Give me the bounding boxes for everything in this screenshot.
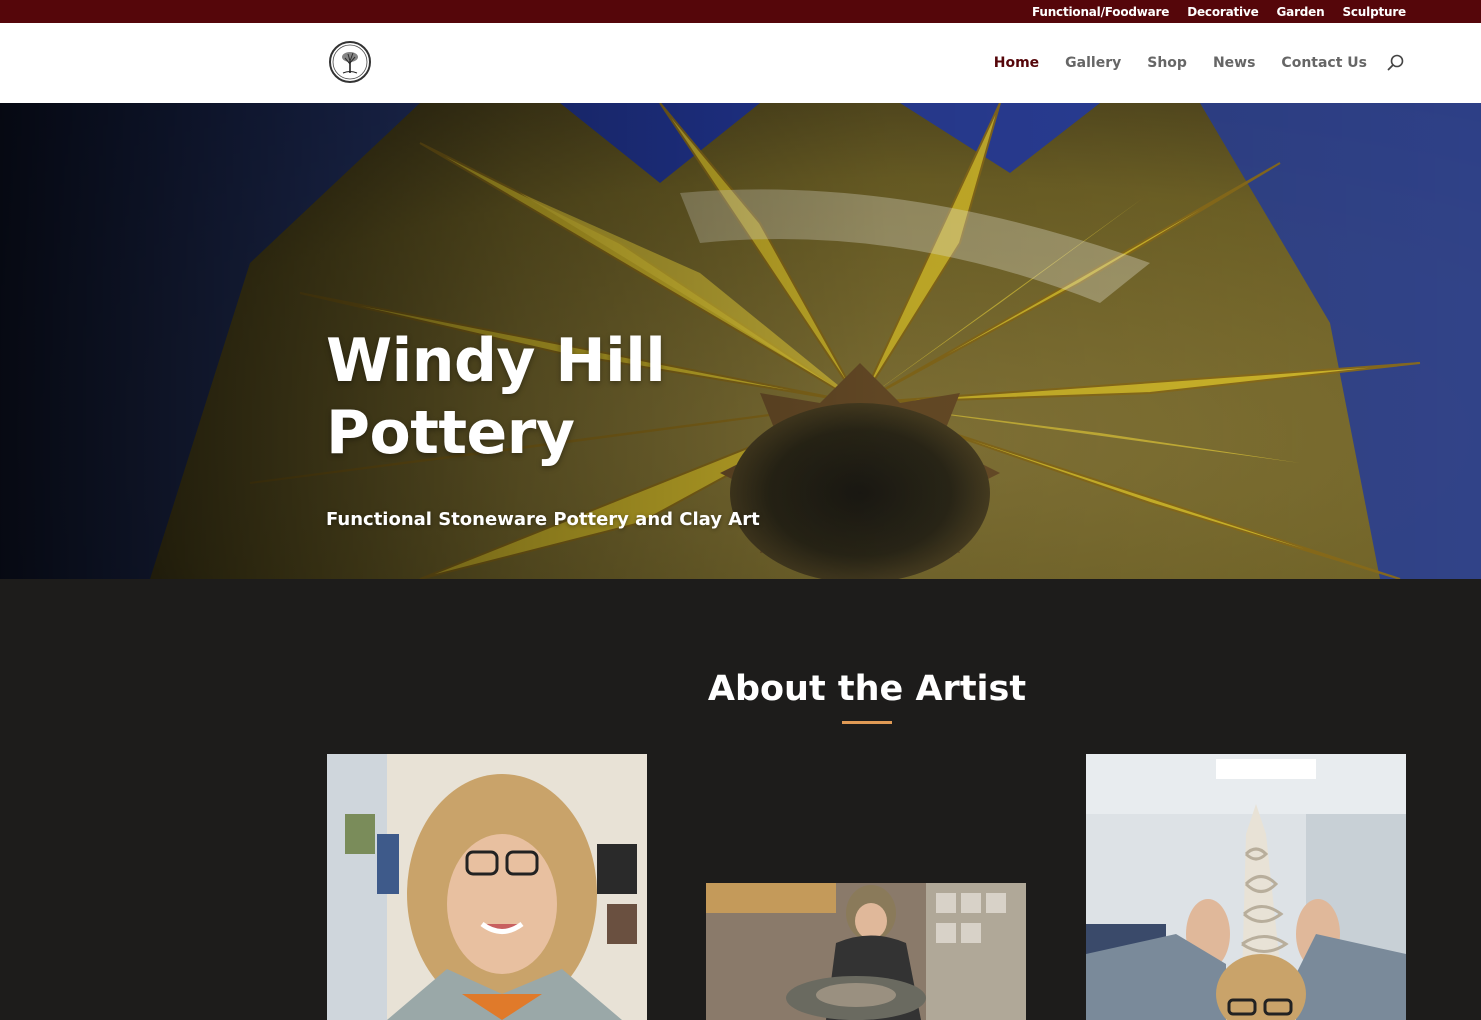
about-section-title: About the Artist [707, 669, 1027, 709]
search-icon[interactable] [1387, 54, 1405, 72]
site-logo[interactable] [329, 41, 371, 83]
hero-subtitle: Functional Stoneware Pottery and Clay Ar… [326, 509, 760, 530]
tree-logo-icon [332, 44, 368, 80]
main-nav: Home Gallery Shop News Contact Us [994, 23, 1367, 103]
secondary-nav: Functional/Foodware Decorative Garden Sc… [1032, 0, 1406, 23]
secondary-link-functional-foodware[interactable]: Functional/Foodware [1032, 5, 1169, 19]
nav-news[interactable]: News [1213, 55, 1255, 71]
artist-portrait-photo [327, 754, 647, 1020]
secondary-link-sculpture[interactable]: Sculpture [1342, 5, 1406, 19]
hero-title: Windy Hill Pottery [326, 326, 666, 468]
title-underline-divider [842, 721, 892, 724]
nav-gallery[interactable]: Gallery [1065, 55, 1121, 71]
secondary-link-decorative[interactable]: Decorative [1187, 5, 1258, 19]
main-header: Home Gallery Shop News Contact Us [0, 23, 1481, 103]
nav-home[interactable]: Home [994, 55, 1039, 71]
nav-shop[interactable]: Shop [1147, 55, 1187, 71]
top-secondary-bar: Functional/Foodware Decorative Garden Sc… [0, 0, 1481, 23]
artist-with-sculpture-photo [1086, 754, 1406, 1020]
hero-banner: Windy Hill Pottery Functional Stoneware … [0, 103, 1481, 579]
nav-contact-us[interactable]: Contact Us [1281, 55, 1367, 71]
secondary-link-garden[interactable]: Garden [1277, 5, 1325, 19]
artist-at-pottery-wheel-photo [706, 883, 1026, 1020]
